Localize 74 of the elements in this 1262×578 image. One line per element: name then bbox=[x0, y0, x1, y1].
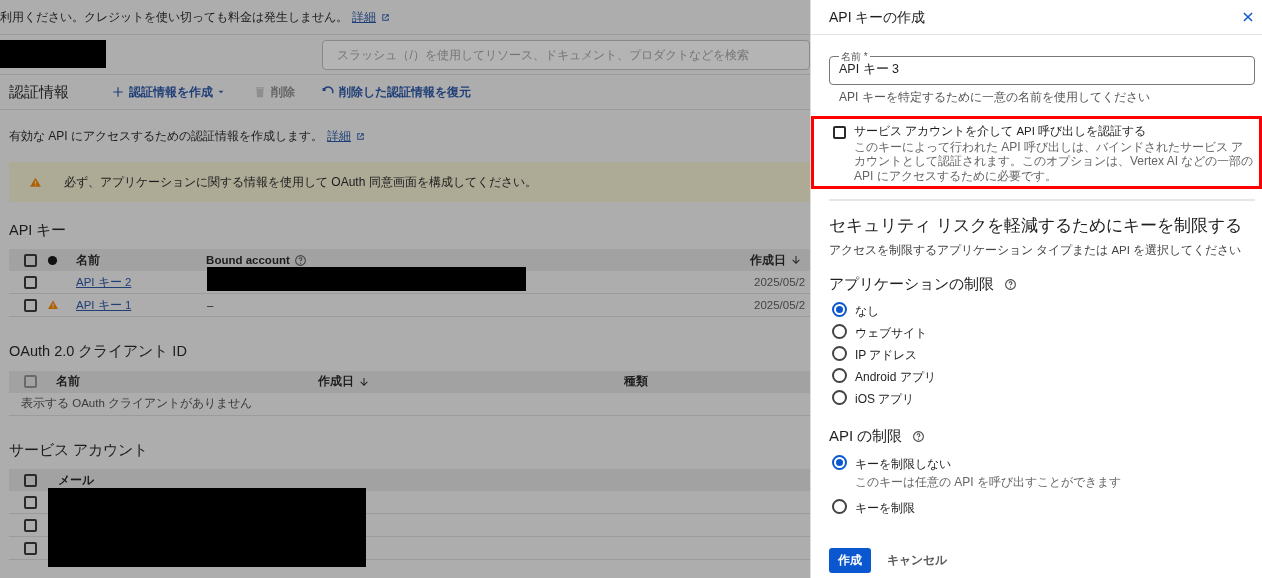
option-label: キーを制限 bbox=[855, 499, 915, 517]
learn-more-link[interactable]: 詳細 bbox=[352, 8, 376, 26]
radio-button[interactable] bbox=[832, 324, 847, 340]
select-all-checkbox[interactable] bbox=[24, 253, 37, 267]
radio-button[interactable] bbox=[832, 454, 847, 470]
section-title: サービス アカウント bbox=[8, 440, 150, 460]
name-field[interactable]: 名前 * API キー 3 bbox=[829, 51, 1255, 85]
radio-button[interactable] bbox=[832, 390, 847, 406]
field-hint: API キーを特定するために一意の名前を使用してください bbox=[838, 88, 1151, 106]
learn-more-link[interactable]: 詳細 bbox=[327, 127, 351, 145]
radio-button[interactable] bbox=[832, 498, 847, 514]
notice-text: 利用ください。クレジットを使い切っても料金は発生しません。 bbox=[0, 9, 348, 26]
help-icon bbox=[912, 430, 926, 444]
warning-text: 必ず、アプリケーションに関する情報を使用して OAuth 同意画面を構成してください。 bbox=[64, 174, 537, 191]
section-subtitle: アクセスを制限するアプリケーション タイプまたは API を選択してください bbox=[828, 242, 1243, 258]
checkbox[interactable] bbox=[24, 298, 37, 312]
column-header: Bound account bbox=[206, 252, 290, 268]
field-label: 名前 * bbox=[840, 51, 869, 62]
radio-button[interactable] bbox=[832, 368, 847, 384]
close-button[interactable] bbox=[1241, 10, 1255, 24]
table-cell-text: 2025/05/2 bbox=[754, 274, 806, 290]
create-button[interactable]: 認証情報を作成 bbox=[111, 83, 225, 101]
checkbox[interactable] bbox=[833, 125, 846, 139]
close-icon bbox=[1241, 10, 1255, 24]
section-title: API キー bbox=[8, 221, 68, 240]
status-dot-icon bbox=[47, 254, 58, 266]
select-all-checkbox[interactable] bbox=[24, 473, 37, 487]
trash-icon bbox=[253, 85, 267, 99]
warning-icon bbox=[29, 175, 42, 189]
empty-message: 表示する OAuth クライアントがありません bbox=[21, 396, 252, 412]
option-label: iOS アプリ bbox=[855, 391, 915, 409]
select-all-checkbox[interactable] bbox=[24, 375, 37, 389]
group-title: API の制限 bbox=[829, 426, 903, 447]
help-icon bbox=[293, 253, 307, 267]
table-cell-text: – bbox=[207, 297, 214, 313]
checkbox[interactable] bbox=[24, 495, 37, 509]
page-title: 認証情報 bbox=[9, 81, 70, 102]
column-header: 種類 bbox=[623, 374, 648, 390]
warning-icon bbox=[47, 299, 59, 312]
checkbox[interactable] bbox=[24, 541, 37, 555]
radio-button[interactable] bbox=[832, 346, 847, 362]
help-icon bbox=[1004, 277, 1017, 291]
column-header: 作成日 bbox=[317, 374, 354, 390]
restore-button[interactable]: 削除した認証情報を復元 bbox=[321, 83, 471, 101]
intro-text: 有効な API にアクセスするための認証情報を作成します。 bbox=[9, 128, 323, 145]
column-header: 名前 bbox=[75, 252, 100, 268]
option-label: ウェブサイト bbox=[855, 325, 927, 343]
option-description: このキーは任意の API を呼び出すことができます bbox=[855, 473, 1121, 491]
checkbox[interactable] bbox=[24, 518, 37, 532]
option-label: IP アドレス bbox=[855, 347, 918, 365]
section-title: OAuth 2.0 クライアント ID bbox=[8, 342, 188, 362]
section-heading: セキュリティ リスクを軽減するためにキーを制限する bbox=[828, 215, 1243, 238]
radio-button[interactable] bbox=[832, 302, 847, 318]
api-key-link[interactable]: API キー 1 bbox=[76, 298, 132, 311]
column-header: 名前 bbox=[55, 374, 80, 390]
external-link-icon bbox=[380, 11, 391, 23]
create-button[interactable]: 作成 bbox=[829, 547, 871, 573]
option-label: Android アプリ bbox=[855, 369, 936, 387]
plus-icon bbox=[111, 85, 125, 99]
option-label: サービス アカウントを介して API 呼び出しを認証する bbox=[854, 123, 1148, 139]
column-header: メール bbox=[58, 472, 94, 488]
table-cell-text: 2025/05/2 bbox=[754, 297, 806, 313]
panel-title: API キーの作成 bbox=[829, 7, 926, 27]
cancel-button[interactable]: キャンセル bbox=[887, 551, 947, 570]
caret-icon bbox=[217, 88, 225, 96]
option-label: キーを制限しない bbox=[855, 455, 952, 473]
api-key-link[interactable]: API キー 2 bbox=[76, 275, 132, 288]
group-title: アプリケーションの制限 bbox=[829, 273, 994, 294]
option-description: このキーによって行われた API 呼び出しは、バインドされたサービス アカウントとして認証されます。このオプションは、Vertex AI などの一部の API にアクセスするために必要です。 bbox=[854, 140, 1255, 184]
external-link-icon bbox=[355, 130, 366, 142]
field-value: API キー 3 bbox=[839, 62, 900, 76]
column-header: 作成日 bbox=[750, 252, 787, 268]
checkbox[interactable] bbox=[24, 275, 37, 289]
option-label: なし bbox=[855, 303, 879, 321]
